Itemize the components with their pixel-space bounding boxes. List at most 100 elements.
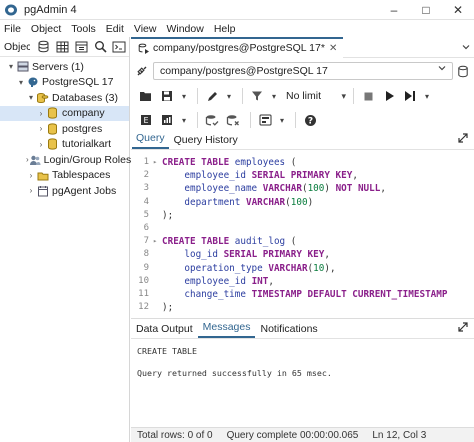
rollback-icon[interactable] bbox=[224, 111, 242, 129]
database-stack-icon[interactable] bbox=[34, 39, 52, 55]
open-file-icon[interactable] bbox=[137, 87, 155, 105]
sql-punctuation: ( bbox=[285, 236, 297, 248]
code-line: department VARCHAR(100) bbox=[162, 196, 470, 209]
view-data-icon[interactable] bbox=[72, 39, 90, 55]
explain-dropdown-icon[interactable]: ▾ bbox=[179, 111, 189, 129]
tree-item-login-roles[interactable]: › Login/Group Roles bbox=[0, 152, 131, 168]
expand-icon[interactable] bbox=[458, 133, 468, 146]
tree-item-label: Servers (1) bbox=[32, 60, 84, 73]
sql-editor[interactable]: 1 2 3 4 5 6 7 8 9 10 11 12 ▸ ▸ CREATE TA… bbox=[131, 150, 474, 320]
menu-object[interactable]: Object bbox=[31, 23, 61, 35]
commit-icon[interactable] bbox=[203, 111, 221, 129]
sql-identifier: log_id bbox=[184, 249, 224, 261]
row-limit-select[interactable]: No limit ▾ bbox=[282, 87, 348, 105]
tab-data-output[interactable]: Data Output bbox=[131, 323, 198, 338]
save-icon[interactable] bbox=[158, 87, 176, 105]
minimize-button[interactable]: – bbox=[378, 0, 410, 20]
tree-item-postgresql[interactable]: ▾ PostgreSQL 17 bbox=[0, 75, 129, 91]
close-tab-icon[interactable]: ✕ bbox=[329, 43, 337, 54]
tree-item-label: Databases (3) bbox=[52, 91, 118, 104]
tree-item-label: PostgreSQL 17 bbox=[42, 76, 114, 89]
chevron-down-icon[interactable]: ▾ bbox=[6, 62, 16, 71]
maximize-button[interactable]: □ bbox=[410, 0, 442, 20]
tree-item-tablespaces[interactable]: › Tablespaces bbox=[0, 168, 129, 184]
expand-icon[interactable] bbox=[458, 322, 468, 335]
execute-icon[interactable] bbox=[380, 87, 398, 105]
chevron-right-icon[interactable]: › bbox=[36, 124, 46, 133]
edit-pencil-icon[interactable] bbox=[203, 87, 221, 105]
tree-item-pgagent-jobs[interactable]: › pgAgent Jobs bbox=[0, 183, 129, 199]
chevron-right-icon[interactable]: › bbox=[36, 140, 46, 149]
chevron-right-icon[interactable]: › bbox=[36, 109, 46, 118]
tree-item-databases[interactable]: ▾ Databases (3) bbox=[0, 90, 129, 106]
filter-icon[interactable] bbox=[248, 87, 266, 105]
tree-item-label: pgAgent Jobs bbox=[52, 184, 117, 197]
menu-help[interactable]: Help bbox=[214, 23, 236, 35]
fold-marker-icon[interactable]: ▸ bbox=[153, 156, 157, 169]
query-tool-icon bbox=[137, 42, 150, 54]
database-icon bbox=[46, 138, 59, 150]
line-number: 12 bbox=[138, 302, 149, 313]
tab-messages[interactable]: Messages bbox=[197, 321, 256, 338]
macros-dropdown-icon[interactable]: ▾ bbox=[277, 111, 287, 129]
status-query-state: Query complete 00:00:00.065 bbox=[226, 429, 359, 441]
chevron-right-icon[interactable]: › bbox=[26, 171, 36, 180]
table-grid-icon[interactable] bbox=[53, 39, 71, 55]
edit-dropdown-icon[interactable]: ▾ bbox=[224, 87, 234, 105]
chevron-right-icon[interactable]: › bbox=[26, 186, 36, 195]
execute-options-icon[interactable] bbox=[401, 87, 419, 105]
connection-status-icon[interactable] bbox=[131, 61, 153, 81]
code-line: employee_id SERIAL PRIMARY KEY, bbox=[162, 169, 470, 182]
tab-query-history[interactable]: Query History bbox=[170, 134, 242, 149]
close-window-button[interactable]: ✕ bbox=[442, 0, 474, 20]
new-connection-icon[interactable] bbox=[455, 62, 471, 80]
chevron-down-icon[interactable]: ▾ bbox=[16, 78, 26, 87]
line-number: 8 bbox=[143, 249, 149, 260]
filter-dropdown-icon[interactable]: ▾ bbox=[269, 87, 279, 105]
sql-punctuation: , bbox=[352, 170, 358, 182]
explain-icon[interactable]: E bbox=[137, 111, 155, 129]
execute-dropdown-icon[interactable]: ▾ bbox=[422, 87, 432, 105]
terminal-icon[interactable] bbox=[110, 39, 128, 55]
menu-tools[interactable]: Tools bbox=[71, 23, 96, 35]
tree-item-tutorialkart[interactable]: › tutorialkart bbox=[0, 137, 129, 153]
code-line: ); bbox=[162, 209, 470, 222]
tree-item-servers[interactable]: ▾ Servers (1) bbox=[0, 59, 129, 75]
help-icon[interactable]: ? bbox=[301, 111, 319, 129]
sql-identifier: audit_log bbox=[234, 236, 286, 248]
sql-keyword: CREATE TABLE bbox=[162, 157, 235, 168]
tab-notifications[interactable]: Notifications bbox=[255, 323, 322, 338]
message-line: CREATE TABLE bbox=[137, 346, 197, 356]
line-number: 3 bbox=[143, 183, 149, 194]
database-icon bbox=[46, 107, 59, 119]
menu-window[interactable]: Window bbox=[166, 23, 203, 35]
explain-analyze-icon[interactable] bbox=[158, 111, 176, 129]
code-line: operation_type VARCHAR(10), bbox=[162, 262, 470, 275]
connection-select[interactable]: company/postgres@PostgreSQL 17 bbox=[153, 62, 453, 80]
menu-edit[interactable]: Edit bbox=[106, 23, 124, 35]
svg-text:?: ? bbox=[307, 116, 312, 126]
sql-keyword: VARCHAR bbox=[245, 196, 286, 208]
tree-item-company[interactable]: › company bbox=[0, 105, 129, 121]
sql-punctuation bbox=[162, 197, 184, 208]
stop-icon[interactable] bbox=[359, 87, 377, 105]
object-explorer-title: Objec bbox=[4, 40, 30, 53]
tree-item-postgres[interactable]: › postgres bbox=[0, 121, 129, 137]
code-lines: CREATE TABLE employees ( employee_id SER… bbox=[162, 156, 470, 314]
sql-identifier: employees bbox=[234, 157, 286, 168]
status-cursor-position: Ln 12, Col 3 bbox=[372, 429, 427, 441]
fold-marker-icon[interactable]: ▸ bbox=[153, 235, 157, 248]
menu-file[interactable]: File bbox=[4, 23, 21, 35]
save-dropdown-icon[interactable]: ▾ bbox=[179, 87, 189, 105]
menu-view[interactable]: View bbox=[134, 23, 157, 35]
query-tool-tab[interactable]: company/postgres@PostgreSQL 17* ✕ bbox=[131, 36, 344, 58]
macros-icon[interactable] bbox=[256, 111, 274, 129]
line-number: 10 bbox=[138, 275, 149, 286]
chevron-down-icon[interactable]: ▾ bbox=[26, 93, 36, 102]
search-icon[interactable] bbox=[91, 39, 109, 55]
tab-query[interactable]: Query bbox=[132, 132, 169, 149]
tab-overflow-icon[interactable] bbox=[458, 43, 474, 51]
sql-punctuation bbox=[162, 276, 184, 287]
elephant-icon bbox=[26, 76, 39, 88]
